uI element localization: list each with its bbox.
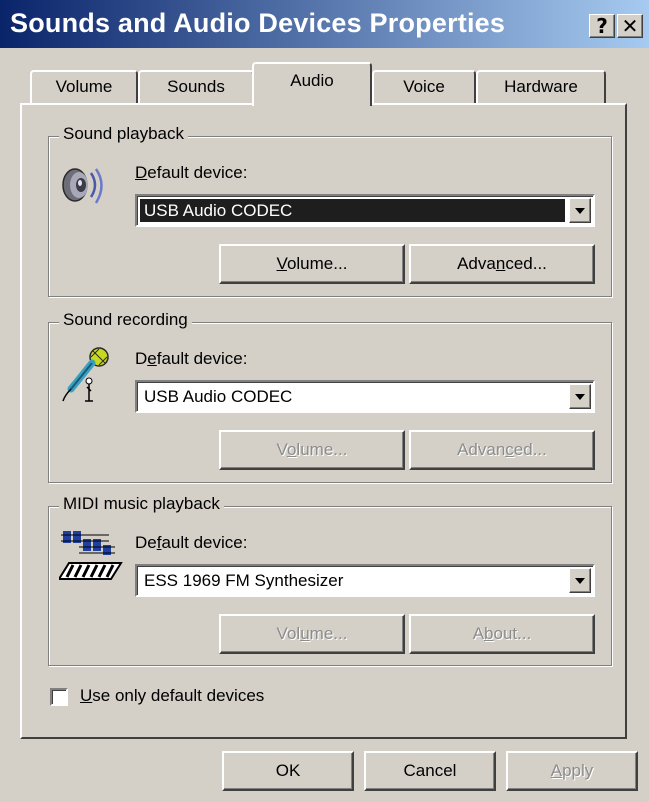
group-label: Sound playback [59,124,188,144]
group-label: Sound recording [59,310,192,330]
use-only-default-checkbox[interactable] [50,688,68,706]
speaker-icon [59,163,111,220]
playback-volume-button[interactable]: Volume... [219,244,405,284]
use-only-default-label[interactable]: Use only default devices [80,686,264,706]
microphone-icon [59,345,115,410]
tab-label: Hardware [504,77,578,96]
window-title: Sounds and Audio Devices Properties [10,8,506,38]
recording-advanced-button[interactable]: Advanced... [409,430,595,470]
help-button[interactable]: ? [589,14,615,38]
midi-about-button[interactable]: About... [409,614,595,654]
recording-volume-button[interactable]: Volume... [219,430,405,470]
midi-device-select[interactable]: ESS 1969 FM Synthesizer [135,564,595,597]
tab-volume[interactable]: Volume [30,70,138,104]
group-label: MIDI music playback [59,494,224,514]
tab-label: Voice [403,77,445,96]
default-device-label: Default device: [135,349,248,368]
close-button[interactable]: ✕ [617,14,643,38]
chevron-down-icon[interactable] [569,384,591,409]
apply-button[interactable]: Apply [506,751,638,791]
midi-playback-group: MIDI music playback Default device: ESS … [48,494,612,666]
tab-label: Sounds [167,77,225,96]
playback-advanced-button[interactable]: Advanced... [409,244,595,284]
recording-device-select[interactable]: USB Audio CODEC [135,380,595,413]
playback-device-select[interactable]: USB Audio CODEC [135,194,595,227]
sound-playback-group: Sound playback Default device: USB Audio… [48,124,612,297]
ok-button[interactable]: OK [222,751,354,791]
default-device-label: Default device: [135,533,248,552]
tab-label: Audio [290,71,334,90]
tab-label: Volume [55,77,113,96]
sound-recording-group: Sound recording Default device: USB Audi… [48,310,612,483]
tab-audio[interactable]: Audio [252,62,372,106]
tab-voice[interactable]: Voice [372,70,476,104]
title-bar[interactable]: Sounds and Audio Devices Properties ? ✕ [0,0,649,48]
tab-sounds[interactable]: Sounds [138,70,254,104]
midi-volume-button[interactable]: Volume... [219,614,405,654]
select-value: ESS 1969 FM Synthesizer [144,571,344,590]
cancel-button[interactable]: Cancel [364,751,496,791]
select-value: USB Audio CODEC [140,199,565,222]
chevron-down-icon[interactable] [569,568,591,593]
chevron-down-icon[interactable] [569,198,591,223]
default-device-label: Default device: [135,163,248,182]
tab-hardware[interactable]: Hardware [476,70,606,104]
select-value: USB Audio CODEC [144,387,293,406]
midi-keyboard-icon [57,527,123,588]
